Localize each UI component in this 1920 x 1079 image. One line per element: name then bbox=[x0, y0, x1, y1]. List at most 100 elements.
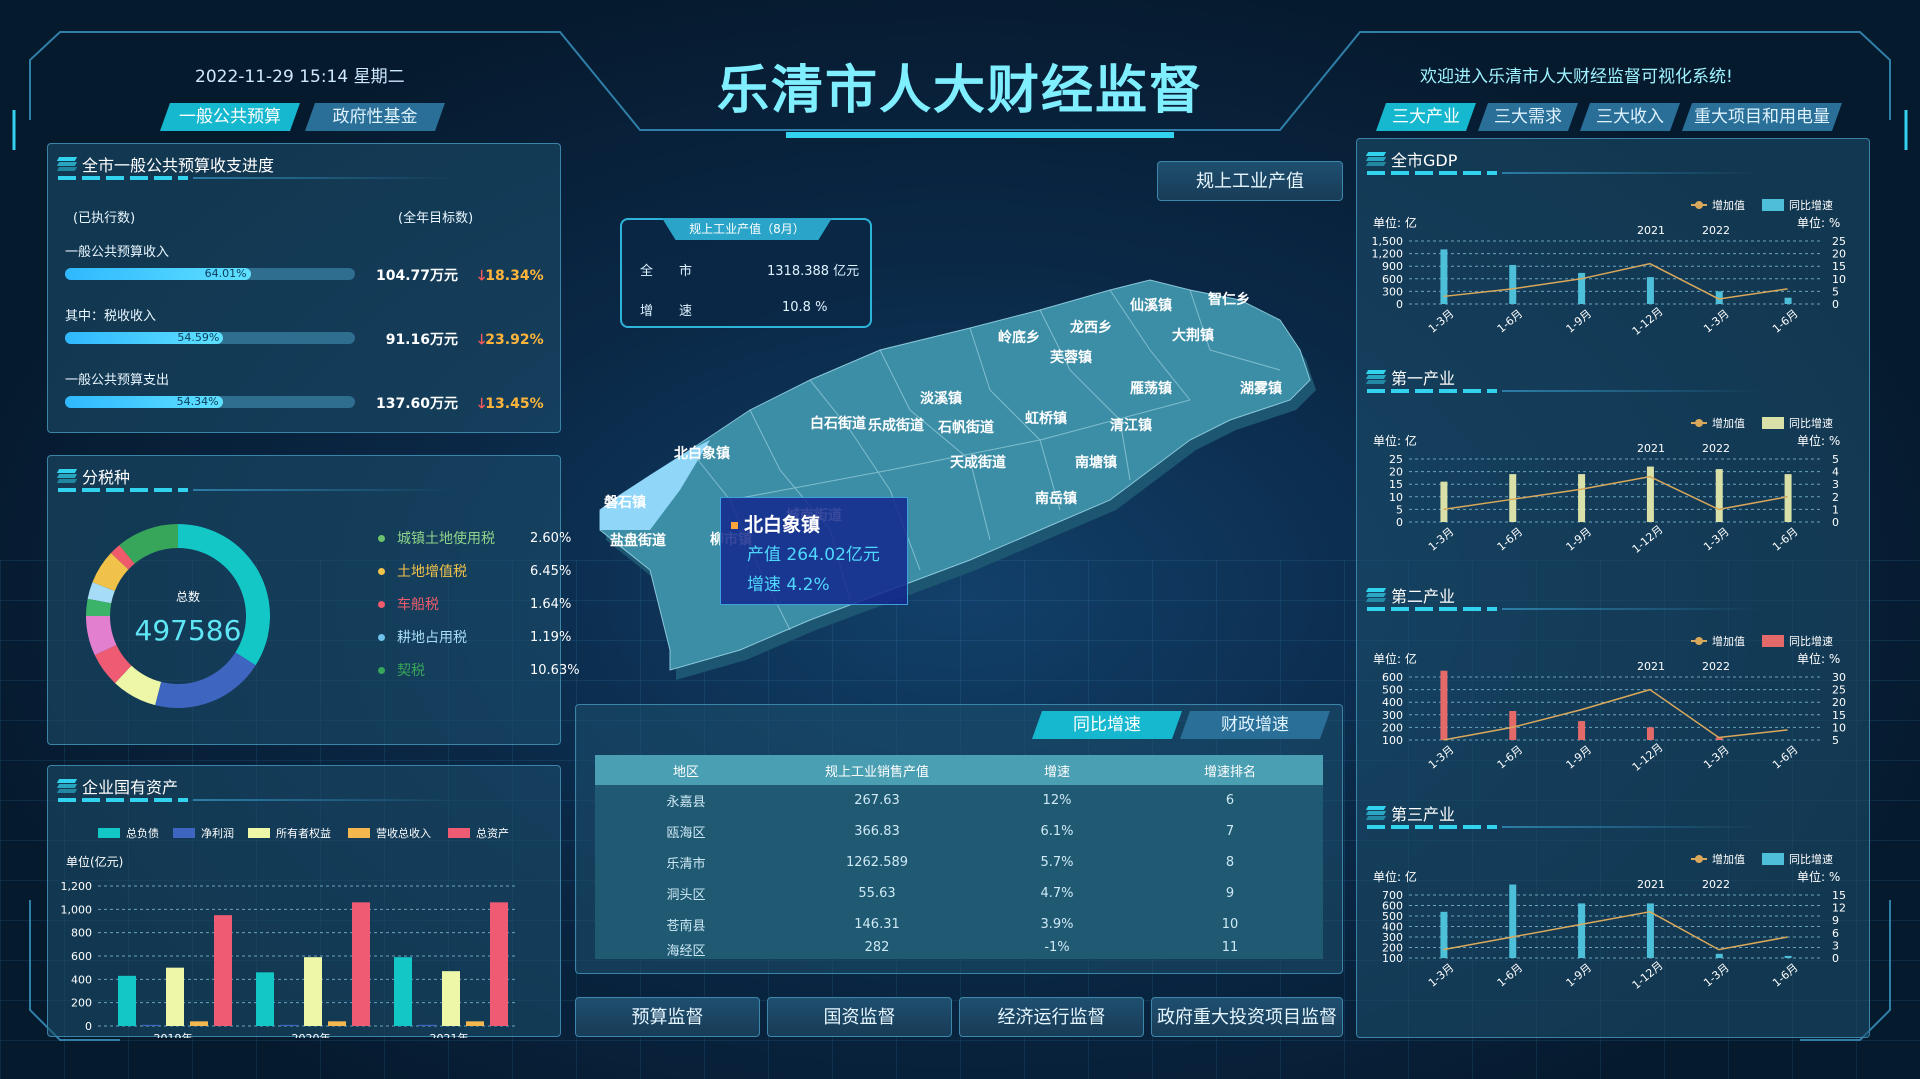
x-tick: 1-6月 bbox=[1495, 743, 1526, 772]
tax-name: 耕地占用税 bbox=[397, 630, 467, 646]
asset-bar bbox=[394, 957, 412, 1026]
y2-tick: 0 bbox=[1832, 298, 1839, 311]
tab-major-projects[interactable]: 重大项目和用电量 bbox=[1682, 103, 1842, 131]
map-industrial-output-button[interactable]: 规上工业产值 bbox=[1157, 161, 1343, 201]
assets-panel-title: 企业国有资产 bbox=[56, 774, 178, 798]
legend-swatch bbox=[448, 828, 470, 838]
industry-chart-title: 第一产业 bbox=[1365, 365, 1455, 389]
tab-government-fund[interactable]: 政府性基金 bbox=[305, 103, 445, 131]
y2-tick: 6 bbox=[1832, 927, 1839, 940]
year-label: 2021 bbox=[1637, 224, 1665, 237]
legend-dot-icon bbox=[378, 600, 385, 608]
progress-bar: 54.59% bbox=[65, 331, 355, 344]
tax-pct: 1.19% bbox=[530, 629, 572, 645]
tab-fiscal-growth[interactable]: 财政增速 bbox=[1180, 711, 1330, 739]
y-tick: 10 bbox=[1389, 491, 1403, 504]
industry-bar bbox=[1509, 474, 1517, 522]
industry-bar bbox=[1440, 670, 1448, 740]
progress-fill: 54.34% bbox=[65, 395, 223, 408]
town-label: 仙溪镇 bbox=[1130, 297, 1172, 314]
legend-label: 净利润 bbox=[201, 826, 234, 840]
y2-tick: 3 bbox=[1832, 939, 1839, 952]
legend-dot-icon bbox=[378, 633, 385, 641]
legend-line-icon bbox=[1695, 201, 1703, 209]
table-row[interactable]: 洞头区 55.63 4.7% 9 bbox=[595, 878, 1323, 909]
asset-bar bbox=[166, 967, 184, 1026]
economic-supervision-button[interactable]: 经济运行监督 bbox=[959, 997, 1144, 1037]
table-row[interactable]: 苍南县 146.31 3.9% 10 bbox=[595, 909, 1323, 940]
x-tick: 1-6月 bbox=[1495, 525, 1526, 554]
y-tick: 600 bbox=[71, 950, 92, 963]
legend-label: 所有者权益 bbox=[276, 826, 331, 840]
year-label: 2021 bbox=[1637, 442, 1665, 455]
y-tick: 1,200 bbox=[1372, 248, 1404, 261]
asset-bar bbox=[418, 1024, 436, 1026]
table-row[interactable]: 乐清市 1262.589 5.7% 8 bbox=[595, 847, 1323, 878]
legend-label: 同比增速 bbox=[1789, 634, 1833, 648]
layers-icon bbox=[1365, 152, 1387, 166]
table-row[interactable]: 海经区 282 -1% 11 bbox=[595, 940, 1323, 959]
title-underline bbox=[1367, 171, 1762, 175]
title-underline bbox=[58, 488, 453, 492]
x-tick: 1-6月 bbox=[1495, 961, 1526, 990]
unit-right: 单位: % bbox=[1797, 869, 1840, 884]
town-label: 岭底乡 bbox=[998, 329, 1040, 346]
x-tick: 1-3月 bbox=[1426, 307, 1457, 336]
y-tick: 300 bbox=[1382, 709, 1403, 722]
industry-chart: 增加值 同比增速单位: 亿 单位: % 2021 2022 1,5001,20090060… bbox=[1372, 198, 1847, 338]
year-label: 2022 bbox=[1702, 224, 1730, 237]
y2-tick: 3 bbox=[1832, 478, 1839, 491]
tax-name: 契税 bbox=[397, 663, 425, 679]
y-tick: 400 bbox=[71, 973, 92, 986]
y-tick: 200 bbox=[1382, 721, 1403, 734]
layers-icon bbox=[1365, 588, 1387, 602]
tax-panel-title: 分税种 bbox=[56, 464, 130, 488]
table-header: 规上工业销售产值 bbox=[777, 755, 977, 785]
industry-chart-title: 第二产业 bbox=[1365, 583, 1455, 607]
y-tick: 0 bbox=[1396, 516, 1403, 529]
asset-bar bbox=[304, 957, 322, 1026]
y-tick: 100 bbox=[1382, 734, 1403, 747]
industry-line bbox=[1443, 262, 1788, 300]
year-label: 2021 bbox=[1637, 878, 1665, 891]
industry-chart-title: 第三产业 bbox=[1365, 801, 1455, 825]
state-assets-supervision-button[interactable]: 国资监督 bbox=[767, 997, 952, 1037]
layers-icon bbox=[56, 157, 78, 171]
layers-icon bbox=[1365, 806, 1387, 820]
industry-bar bbox=[1509, 884, 1517, 958]
industry-bar bbox=[1784, 297, 1792, 304]
tab-general-budget[interactable]: 一般公共预算 bbox=[160, 103, 300, 131]
table-header: 增速排名 bbox=[1137, 755, 1323, 785]
table-row[interactable]: 永嘉县 267.63 12% 6 bbox=[595, 785, 1323, 816]
budget-supervision-button[interactable]: 预算监督 bbox=[575, 997, 760, 1037]
leqing-map[interactable]: 智仁乡 仙溪镇龙西乡岭底乡 大荆镇芙蓉镇雁荡镇 湖雾镇淡溪镇白石街道 乐成街道 石帆街道 虹… bbox=[590, 270, 1330, 690]
industry-chart-title: 全市GDP bbox=[1365, 147, 1458, 171]
town-label: 淡溪镇 bbox=[920, 390, 962, 407]
col-executed: (已执行数) bbox=[73, 211, 136, 226]
chart-title-text: 全市GDP bbox=[1391, 151, 1458, 170]
x-tick: 1-3月 bbox=[1701, 961, 1732, 990]
town-label: 磐石镇 bbox=[603, 494, 646, 511]
y2-tick: 2 bbox=[1832, 491, 1839, 504]
asset-bar bbox=[352, 902, 370, 1026]
tab-three-incomes[interactable]: 三大收入 bbox=[1580, 103, 1680, 131]
industry-bar bbox=[1578, 474, 1586, 522]
tab-three-industries[interactable]: 三大产业 bbox=[1376, 103, 1476, 131]
x-tick: 1-3月 bbox=[1426, 525, 1457, 554]
legend-dot-icon bbox=[378, 666, 385, 674]
major-investment-supervision-button[interactable]: 政府重大投资项目监督 bbox=[1151, 997, 1343, 1037]
budget-row-label: 一般公共预算收入 bbox=[65, 245, 170, 260]
layers-icon bbox=[56, 469, 78, 483]
legend-label: 同比增速 bbox=[1789, 416, 1833, 430]
town-label: 芙蓉镇 bbox=[1049, 349, 1092, 366]
tab-three-demands[interactable]: 三大需求 bbox=[1478, 103, 1578, 131]
legend-dot-icon bbox=[378, 534, 385, 542]
donut-slice bbox=[155, 652, 256, 708]
legend-label: 总资产 bbox=[476, 826, 509, 840]
tab-yoy-growth[interactable]: 同比增速 bbox=[1032, 711, 1182, 739]
table-row[interactable]: 瓯海区 366.83 6.1% 7 bbox=[595, 816, 1323, 847]
y-tick: 0 bbox=[85, 1020, 92, 1033]
budget-panel: 全市一般公共预算收支进度 (已执行数) (全年目标数) 一般公共预算收入 64.… bbox=[47, 143, 561, 433]
budget-row-label: 其中：税收收入 bbox=[65, 309, 157, 324]
y-tick: 5 bbox=[1396, 503, 1403, 516]
